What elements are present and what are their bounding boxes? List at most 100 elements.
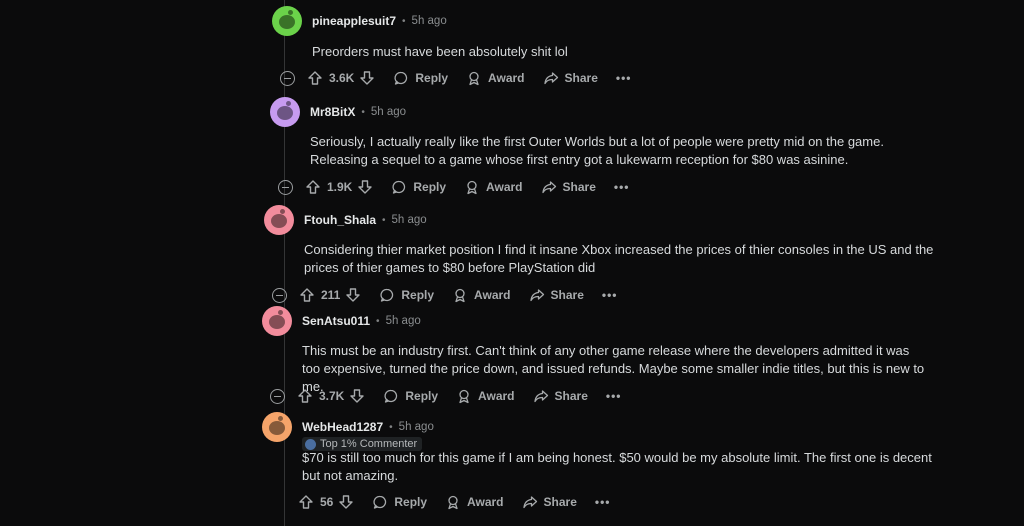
upvote-button[interactable] [298,494,314,510]
reply-button[interactable]: Reply [379,287,434,303]
timestamp[interactable]: 5h ago [412,15,447,27]
comment-bubble-icon [384,389,398,403]
reply-button[interactable]: Reply [393,70,448,86]
upvote-button[interactable] [297,388,313,404]
timestamp[interactable]: 5h ago [371,106,406,118]
comment: Ftouh_Shala • 5h ago Considering thier m… [264,205,964,305]
share-label: Share [550,288,584,302]
reply-button[interactable]: Reply [372,494,427,510]
username[interactable]: pineapplesuit7 [312,14,396,28]
share-button[interactable]: Share [543,70,598,86]
award-icon [448,495,458,510]
award-icon [467,180,477,195]
comment-actions: 3.7K Reply Award Share ••• [270,386,621,406]
share-label: Share [543,495,577,509]
award-label: Award [478,389,515,403]
share-icon [543,72,558,85]
reply-label: Reply [394,495,428,509]
comment-header: pineapplesuit7 • 5h ago [272,6,447,36]
separator-dot: • [382,214,386,226]
comment-bubble-icon [392,180,406,194]
collapse-thread-button[interactable] [278,179,293,195]
username[interactable]: Mr8BitX [310,105,355,119]
reply-button[interactable]: Reply [391,179,446,195]
timestamp[interactable]: 5h ago [392,214,427,226]
more-options-button[interactable]: ••• [602,288,618,302]
comment: pineapplesuit7 • 5h ago Preorders must h… [272,6,972,96]
share-button[interactable]: Share [529,287,584,303]
upvote-icon [308,71,322,85]
upvote-icon [306,180,320,194]
vote-count: 3.6K [329,71,355,85]
share-icon [533,390,548,403]
share-button[interactable]: Share [541,179,596,195]
share-icon [529,289,544,302]
award-label: Award [474,288,511,302]
avatar[interactable] [264,205,294,235]
comment-text: $70 is still too much for this game if I… [302,450,932,483]
comment-text: Seriously, I actually really like the fi… [310,134,884,167]
downvote-button[interactable] [357,179,373,195]
more-options-button[interactable]: ••• [614,180,630,194]
downvote-button[interactable] [338,494,354,510]
award-label: Award [488,71,525,85]
username[interactable]: SenAtsu011 [302,314,370,328]
award-icon [469,71,479,86]
collapse-thread-button[interactable] [270,388,285,404]
avatar[interactable] [262,412,292,442]
downvote-button[interactable] [359,70,375,86]
more-options-button[interactable]: ••• [606,389,622,403]
award-button[interactable]: Award [452,287,511,303]
share-label: Share [564,71,598,85]
comment-actions: 3.6K Reply Award Share ••• [280,68,631,88]
award-icon [459,389,469,404]
reply-label: Reply [401,288,435,302]
separator-dot: • [389,421,393,433]
share-icon [541,181,556,194]
upvote-icon [298,389,312,403]
award-button[interactable]: Award [456,388,515,404]
timestamp[interactable]: 5h ago [386,315,421,327]
more-options-button[interactable]: ••• [595,495,611,509]
upvote-button[interactable] [299,287,315,303]
comment-header: Mr8BitX • 5h ago [270,97,406,127]
share-button[interactable]: Share [533,388,588,404]
upvote-icon [299,495,313,509]
downvote-button[interactable] [345,287,361,303]
award-label: Award [467,495,504,509]
collapse-thread-button[interactable] [272,287,287,303]
more-options-button[interactable]: ••• [616,71,632,85]
separator-dot: • [361,106,365,118]
comment-text: Considering thier market position I find… [304,242,934,275]
share-button[interactable]: Share [522,494,577,510]
downvote-button[interactable] [349,388,365,404]
comment-actions: 56 Reply Award Share ••• [298,492,610,512]
comment: Mr8BitX • 5h ago Seriously, I actually r… [270,97,970,202]
comment-bubble-icon [394,71,408,85]
upvote-button[interactable] [305,179,321,195]
comment-text: Preorders must have been absolutely shit… [312,44,568,59]
comment-actions: 1.9K Reply Award Share ••• [278,177,629,197]
timestamp[interactable]: 5h ago [399,421,434,433]
collapse-thread-button[interactable] [280,70,295,86]
share-label: Share [562,180,596,194]
avatar[interactable] [270,97,300,127]
separator-dot: • [376,315,380,327]
username[interactable]: Ftouh_Shala [304,213,376,227]
upvote-button[interactable] [307,70,323,86]
avatar[interactable] [262,306,292,336]
award-button[interactable]: Award [464,179,523,195]
award-button[interactable]: Award [466,70,525,86]
downvote-icon [360,71,375,85]
comment: SenAtsu011 • 5h ago This must be an indu… [262,306,962,406]
comment-actions: 211 Reply Award Share ••• [272,285,617,305]
comment: WebHead1287 • 5h ago Top 1% Commenter $7… [262,412,962,522]
username[interactable]: WebHead1287 [302,420,383,434]
reply-button[interactable]: Reply [383,388,438,404]
comment-bubble-icon [373,495,387,509]
downvote-icon [350,389,365,403]
award-button[interactable]: Award [445,494,504,510]
separator-dot: • [402,15,406,27]
reply-label: Reply [415,71,449,85]
avatar[interactable] [272,6,302,36]
